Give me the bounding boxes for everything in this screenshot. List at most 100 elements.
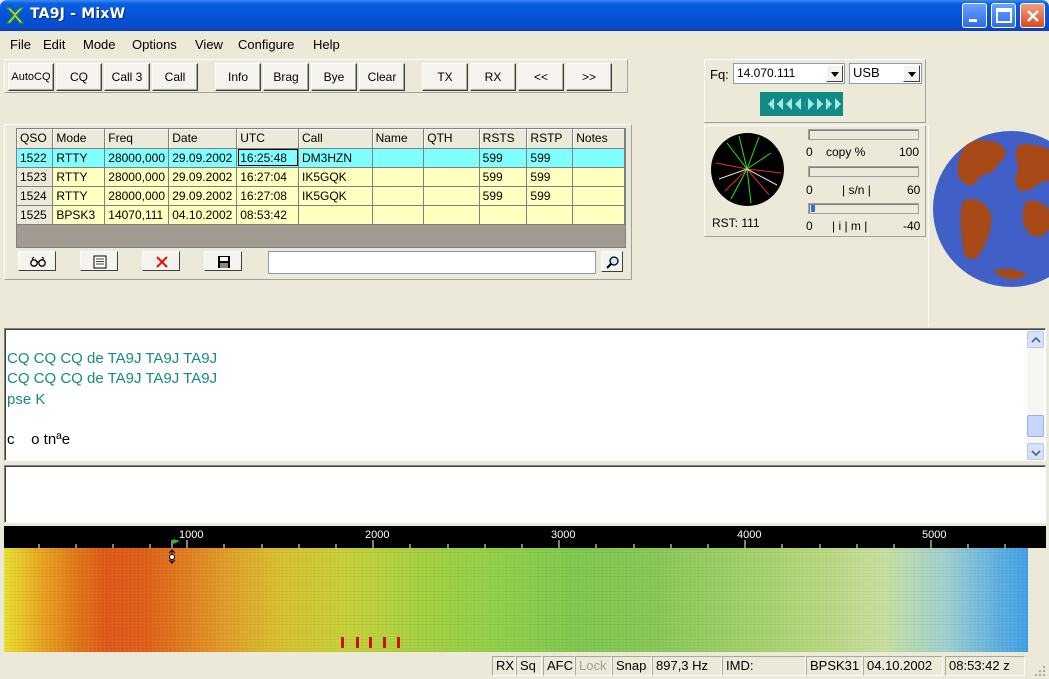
signal-marker xyxy=(341,637,344,648)
document-icon xyxy=(93,255,107,269)
cell-mode: BPSK3 xyxy=(52,205,106,225)
menu-options[interactable]: Options xyxy=(132,37,177,52)
view-log-button[interactable] xyxy=(18,251,56,271)
brag-button[interactable]: Brag xyxy=(263,63,309,91)
status-rx[interactable]: RX xyxy=(492,656,516,676)
column-header-qso[interactable]: QSO xyxy=(17,129,54,149)
bye-button[interactable]: Bye xyxy=(311,63,357,91)
column-header-rsts[interactable]: RSTS xyxy=(479,129,528,149)
sideband-select[interactable]: USB xyxy=(849,63,922,84)
cell-name xyxy=(372,186,425,206)
rx-button[interactable]: RX xyxy=(470,63,516,91)
cell-mode: RTTY xyxy=(52,148,106,168)
column-header-call[interactable]: Call xyxy=(298,129,373,149)
binoculars-icon xyxy=(30,256,46,267)
qso-log-grid[interactable]: QSO Mode Freq Date UTC Call Name QTH RST… xyxy=(16,128,626,248)
tuning-arrows-control[interactable] xyxy=(760,92,843,116)
frequency-combobox[interactable]: 14.070.111 xyxy=(733,63,845,84)
cell-call: IK5GQK xyxy=(298,167,373,187)
cell-name xyxy=(372,205,425,225)
delete-log-button[interactable] xyxy=(142,251,180,271)
resize-grip-icon[interactable] xyxy=(1033,664,1047,678)
autocq-button[interactable]: AutoCQ xyxy=(8,63,54,91)
receive-text-pane[interactable] xyxy=(4,328,1046,461)
log-search-input[interactable] xyxy=(268,251,596,274)
cell-rstp: 599 xyxy=(526,148,574,168)
info-button[interactable]: Info xyxy=(215,63,261,91)
title-bar: TA9J - MixW xyxy=(0,0,1049,31)
previous-button[interactable]: << xyxy=(518,63,564,91)
cell-notes xyxy=(572,148,625,168)
tx-button[interactable]: TX xyxy=(422,63,468,91)
menu-configure[interactable]: Configure xyxy=(238,37,294,52)
chevron-down-icon xyxy=(908,72,916,77)
call-button[interactable]: Call xyxy=(152,63,198,91)
phase-scope-icon xyxy=(715,135,782,204)
cell-name xyxy=(372,167,425,187)
close-window-button[interactable] xyxy=(1020,3,1045,28)
table-row[interactable]: 1525 BPSK3 14070,111 04.10.2002 08:53:42 xyxy=(17,205,625,225)
status-lock[interactable]: Lock xyxy=(575,656,612,676)
cell-notes xyxy=(572,167,625,187)
menu-edit[interactable]: Edit xyxy=(43,37,65,52)
menu-bar: File Edit Mode Options View Configure He… xyxy=(0,31,1049,56)
table-row[interactable]: 1524 RTTY 28000,000 29.09.2002 16:27:08 … xyxy=(17,186,625,206)
menu-mode[interactable]: Mode xyxy=(83,37,116,52)
table-row[interactable]: 1522 RTTY 28000,000 29.09.2002 16:25:48 … xyxy=(17,148,625,168)
cell-call: IK5GQK xyxy=(298,186,373,206)
cell-utc: 08:53:42 xyxy=(236,205,299,225)
column-header-date[interactable]: Date xyxy=(168,129,238,149)
maximize-button[interactable] xyxy=(991,3,1016,28)
sideband-dropdown-button[interactable] xyxy=(903,65,920,82)
menu-help[interactable]: Help xyxy=(313,37,340,52)
search-button[interactable] xyxy=(601,251,623,272)
rx-text-line: c o tnªe xyxy=(7,431,71,448)
chevron-down-icon xyxy=(1031,450,1041,457)
edit-log-button[interactable] xyxy=(80,251,118,271)
column-header-freq[interactable]: Freq xyxy=(104,129,170,149)
frequency-dropdown-button[interactable] xyxy=(826,65,843,82)
copy-min-label: 0 xyxy=(806,145,813,159)
copy-max-label: 100 xyxy=(899,145,920,159)
column-header-utc[interactable]: UTC xyxy=(236,129,299,149)
save-log-button[interactable] xyxy=(204,251,242,271)
receive-scrollbar[interactable] xyxy=(1027,331,1044,460)
table-row[interactable]: 1523 RTTY 28000,000 29.09.2002 16:27:04 … xyxy=(17,167,625,187)
waterfall-display[interactable] xyxy=(4,548,1028,652)
scroll-up-button[interactable] xyxy=(1027,331,1044,348)
log-header-row: QSO Mode Freq Date UTC Call Name QTH RST… xyxy=(17,129,625,149)
column-header-notes[interactable]: Notes xyxy=(572,129,625,149)
menu-file[interactable]: File xyxy=(10,37,31,52)
cell-qth xyxy=(423,148,480,168)
ruler-ticks xyxy=(38,539,1006,548)
minimize-button[interactable] xyxy=(962,3,987,28)
cell-utc[interactable]: 16:25:48 xyxy=(236,148,299,168)
cq-button[interactable]: CQ xyxy=(56,63,102,91)
column-header-rstp[interactable]: RSTP xyxy=(526,129,574,149)
status-snap[interactable]: Snap xyxy=(612,656,652,676)
scroll-down-button[interactable] xyxy=(1027,443,1044,460)
cell-mode: RTTY xyxy=(52,186,106,206)
clear-button[interactable]: Clear xyxy=(359,63,405,91)
status-squelch[interactable]: Sq xyxy=(516,656,542,676)
menu-view[interactable]: View xyxy=(195,37,223,52)
status-mode[interactable]: BPSK31 xyxy=(806,656,863,676)
column-header-name[interactable]: Name xyxy=(372,129,425,149)
next-button[interactable]: >> xyxy=(566,63,612,91)
magnifier-icon xyxy=(606,256,619,269)
tuning-cursor-icon[interactable] xyxy=(166,549,178,565)
copy-label: copy % xyxy=(826,145,866,159)
signal-marker xyxy=(397,637,400,648)
status-date: 04.10.2002 xyxy=(863,656,943,676)
scroll-thumb[interactable] xyxy=(1027,415,1044,437)
frequency-ruler[interactable] xyxy=(4,526,1046,548)
delete-x-icon xyxy=(156,256,168,268)
status-afc[interactable]: AFC xyxy=(543,656,575,676)
world-map[interactable] xyxy=(933,131,1049,287)
transmit-text-pane[interactable] xyxy=(4,465,1046,523)
column-header-qth[interactable]: QTH xyxy=(423,129,480,149)
column-header-mode[interactable]: Mode xyxy=(52,129,106,149)
call3-button[interactable]: Call 3 xyxy=(104,63,150,91)
sn-label: | s/n | xyxy=(842,183,871,197)
cell-qth xyxy=(423,186,480,206)
